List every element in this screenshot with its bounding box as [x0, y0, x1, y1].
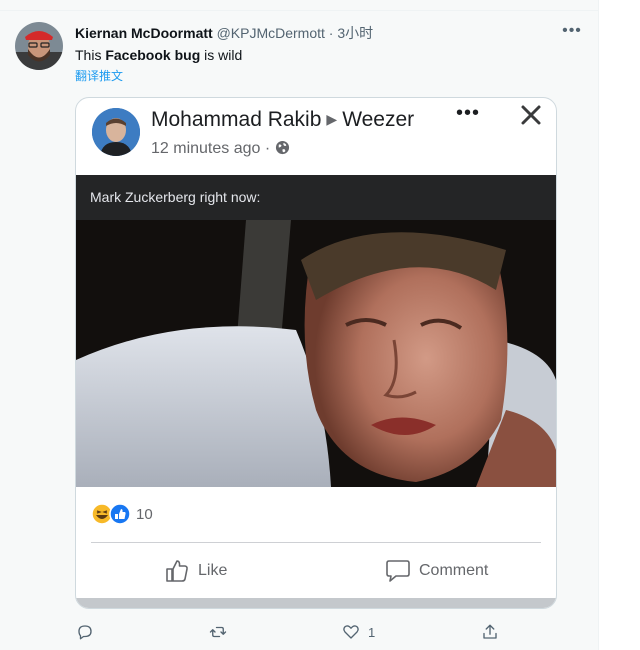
- fb-like-action: Like: [164, 556, 227, 586]
- timeline-right-border: [598, 0, 599, 650]
- translate-tweet-link[interactable]: 翻译推文: [75, 68, 123, 84]
- tweet-text: This Facebook bug is wild: [75, 46, 242, 64]
- haha-icon: [91, 503, 113, 525]
- attached-image[interactable]: Mohammad Rakib ▶ Weezer 12 minutes ago · •…: [75, 97, 557, 609]
- close-icon: [521, 105, 541, 125]
- fb-comment-label: Comment: [419, 562, 489, 579]
- author-avatar[interactable]: [15, 22, 63, 70]
- tweet-header: Kiernan McDoormatt @KPJMcDermott · 3小时: [75, 24, 373, 42]
- tweet-time[interactable]: 3小时: [337, 25, 373, 41]
- top-divider: [0, 10, 598, 11]
- fb-actions-divider: [91, 542, 541, 543]
- meta-separator: ·: [324, 25, 338, 41]
- meme-photo: [76, 220, 556, 487]
- fb-caption-bar: Mark Zuckerberg right now:: [76, 175, 556, 220]
- fb-post-meta: 12 minutes ago ·: [151, 138, 290, 160]
- tweet-text-after: is wild: [200, 47, 243, 63]
- fb-author-name: Mohammad Rakib: [151, 108, 322, 131]
- fb-group-name: Weezer: [342, 108, 415, 131]
- fb-dot: ·: [264, 140, 271, 157]
- fb-comment-action: Comment: [385, 556, 488, 586]
- fb-post-title: Mohammad Rakib ▶ Weezer: [151, 107, 414, 134]
- author-display-name[interactable]: Kiernan McDoormatt: [75, 25, 213, 41]
- retweet-icon: [209, 626, 227, 638]
- share-button[interactable]: [481, 622, 499, 642]
- fb-reaction-icons: [91, 503, 135, 525]
- fb-more-icon: •••: [456, 102, 481, 124]
- like-reaction-icon: [109, 503, 131, 525]
- fb-arrow-icon: ▶: [326, 111, 338, 127]
- tweet-page: Kiernan McDoormatt @KPJMcDermott · 3小时 •…: [0, 0, 598, 650]
- fb-caption-text: Mark Zuckerberg right now:: [90, 189, 261, 205]
- more-icon: •••: [562, 22, 582, 39]
- fb-like-label: Like: [198, 562, 228, 579]
- like-count: 1: [368, 624, 376, 640]
- tweet-text-before: This: [75, 47, 106, 63]
- tweet-text-bold: Facebook bug: [105, 47, 201, 63]
- fb-reaction-count: 10: [136, 506, 153, 523]
- like-button[interactable]: 1: [342, 622, 375, 642]
- thumbs-up-icon: [166, 560, 188, 582]
- heart-icon: [343, 625, 359, 639]
- fb-author-avatar: [92, 108, 140, 156]
- card-bottom-strip: [76, 598, 556, 608]
- reply-icon: [78, 625, 92, 640]
- retweet-button[interactable]: [208, 622, 236, 642]
- more-options-button[interactable]: •••: [562, 22, 582, 42]
- author-handle[interactable]: @KPJMcDermott: [217, 25, 325, 41]
- globe-icon: [275, 140, 289, 155]
- reply-button[interactable]: [76, 622, 102, 642]
- share-icon: [483, 624, 497, 639]
- comment-icon: [386, 560, 410, 582]
- fb-timestamp: 12 minutes ago: [151, 140, 261, 157]
